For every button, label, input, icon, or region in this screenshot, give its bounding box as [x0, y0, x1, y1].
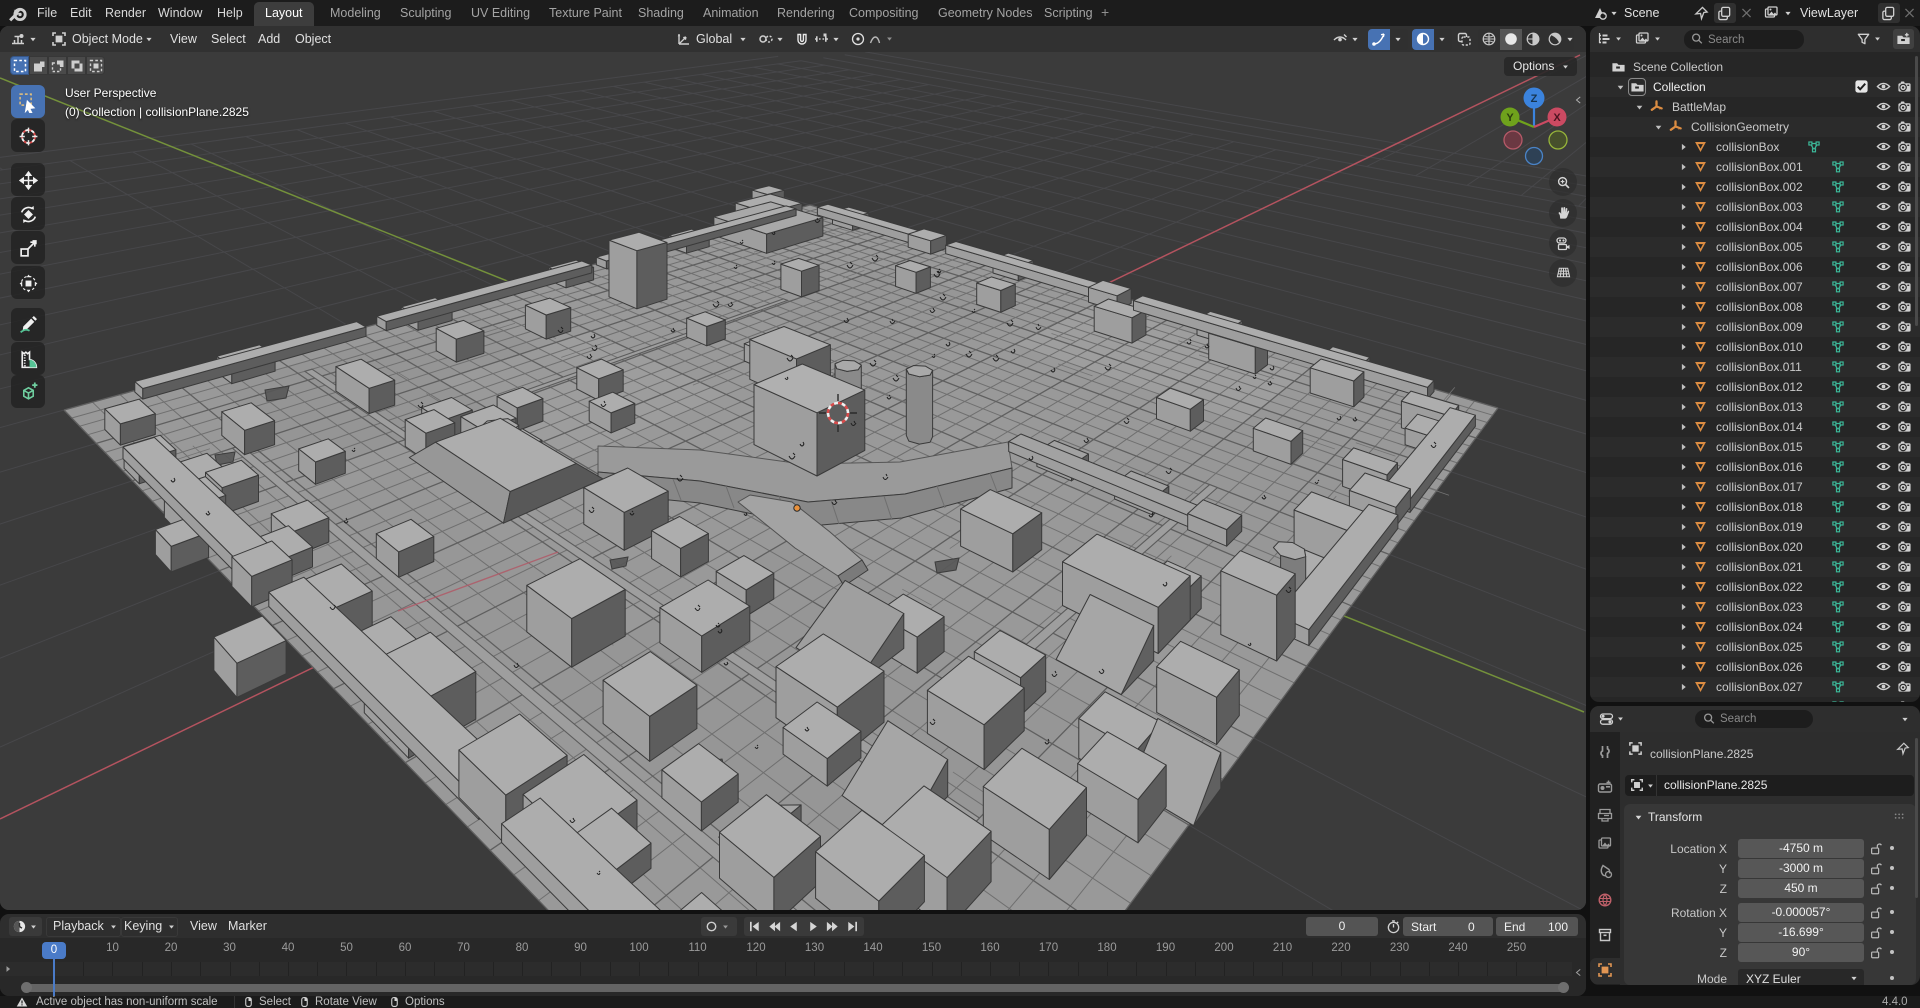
- svg-text:X: X: [1553, 112, 1561, 124]
- svg-text:Y: Y: [1506, 112, 1514, 124]
- svg-text:Z: Z: [1531, 93, 1538, 105]
